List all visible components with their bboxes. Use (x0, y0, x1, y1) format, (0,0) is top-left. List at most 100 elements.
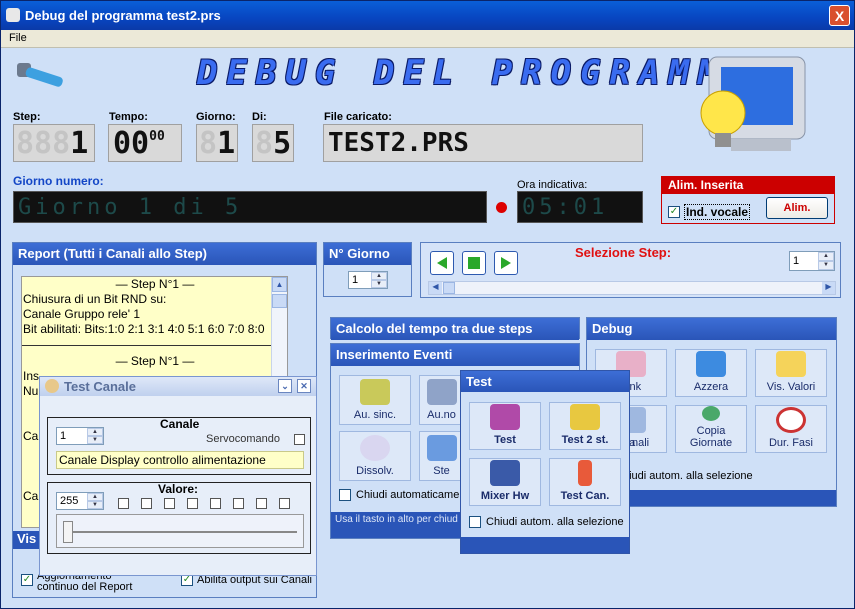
giorno-numero-label: Giorno numero: (13, 174, 104, 188)
trash-icon (696, 351, 726, 377)
canale-spinner[interactable]: 1 ▲ ▼ (56, 427, 104, 445)
bulb-icon (360, 435, 390, 461)
report-line (22, 345, 287, 346)
slider-thumb[interactable] (443, 282, 455, 294)
status-led (496, 202, 507, 213)
ngiorno-header: N° Giorno (324, 243, 411, 265)
test-chiudi-label: Chiudi autom. alla selezione (486, 516, 624, 528)
scroll-thumb[interactable] (272, 294, 287, 308)
inserimento-header: Inserimento Eventi (331, 344, 579, 366)
bit-checkbox[interactable] (210, 498, 221, 509)
tool-dur-fasi[interactable]: Dur. Fasi (755, 405, 827, 453)
test-canale-title: Test Canale (64, 379, 137, 394)
mixer-icon (490, 460, 520, 486)
ngiorno-spinner[interactable]: 1 ▲ ▼ (348, 271, 388, 289)
report-line: — Step N°1 — (115, 354, 195, 368)
arrow-left-icon (437, 257, 447, 269)
clock-icon (776, 407, 806, 433)
collapse-icon[interactable]: ⌄ (278, 379, 292, 393)
canale-description: Canale Display controllo alimentazione (56, 451, 304, 469)
valore-slider[interactable] (56, 514, 304, 548)
report-line: Chiusura di un Bit RND su: (23, 292, 167, 306)
tool-test[interactable]: Test (469, 402, 541, 450)
banner-title: DEBUG DEL PROGRAMMA (197, 53, 757, 93)
slider-left-icon[interactable]: ◀ (429, 282, 442, 294)
tool-copia-giornate[interactable]: Copia Giornate (675, 405, 747, 453)
step-display: 888 1 (13, 124, 95, 162)
alim-header: Alim. Inserita (662, 177, 834, 194)
ind-vocale-label: Ind. vocale (684, 204, 751, 220)
test-chiudi-checkbox[interactable] (469, 516, 481, 528)
gears-icon (426, 379, 457, 405)
computer-bulb-icon (700, 56, 806, 151)
ora-display: 05:01 (517, 191, 643, 223)
servocomando-checkbox[interactable] (294, 434, 305, 445)
tool-test-2-st[interactable]: Test 2 st. (549, 402, 621, 450)
bit-checkbox[interactable] (141, 498, 152, 509)
report-line: Bit abilitati: Bits:1:0 2:1 3:1 4:0 5:1 … (23, 322, 265, 336)
report-line: Canale Gruppo rele' 1 (23, 307, 141, 321)
bit-checkbox[interactable] (118, 498, 129, 509)
canale-group: Canale 1 ▲ ▼ Servocomando Canale Display … (47, 417, 311, 475)
calcolo-header: Calcolo del tempo tra due steps (331, 318, 579, 340)
slider-right-icon[interactable]: ▶ (822, 282, 835, 294)
tool-dissolv[interactable]: Dissolv. (339, 431, 411, 481)
alim-panel: Alim. Inserita ✓ Ind. vocale Alim. (661, 176, 835, 224)
test-canale-titlebar[interactable]: Test Canale ⌄ ✕ (40, 377, 316, 396)
stop-button[interactable] (462, 251, 486, 275)
selezione-label: Selezione Step: (575, 245, 672, 260)
close-icon[interactable]: ✕ (297, 379, 311, 393)
test-header: Test (461, 371, 629, 392)
arrow-right-icon (501, 257, 511, 269)
tool-test-can[interactable]: Test Can. (549, 458, 621, 506)
wrench-icon (490, 404, 520, 430)
tool-mixer-hw[interactable]: Mixer Hw (469, 458, 541, 506)
ind-vocale-checkbox[interactable]: ✓ (668, 206, 680, 218)
scroll-up-icon[interactable]: ▲ (272, 277, 287, 292)
alim-button[interactable]: Alim. (766, 197, 828, 219)
tool-au-no[interactable]: Au.no (419, 375, 464, 425)
inserimento-chiudi-checkbox[interactable] (339, 489, 351, 501)
bit-checkbox[interactable] (256, 498, 267, 509)
bit-checkbox[interactable] (164, 498, 175, 509)
tool-vis-valori[interactable]: Vis. Valori (755, 349, 827, 397)
giorno-numero-display: Giorno 1 di 5 (13, 191, 487, 223)
selezione-spinner[interactable]: 1 ▲ ▼ (789, 251, 835, 271)
slider-thumb[interactable] (63, 521, 73, 543)
ora-label: Ora indicativa: (517, 179, 588, 191)
tool-ste[interactable]: Ste (419, 431, 464, 481)
step-slider[interactable]: ◀ ▶ (428, 281, 836, 295)
prev-step-button[interactable] (430, 251, 454, 275)
app-icon (6, 8, 20, 22)
close-button[interactable]: X (829, 5, 850, 26)
di-label: Di: (252, 111, 267, 123)
main-window: Debug del programma test2.prs X File DEB… (0, 0, 855, 609)
stop-icon (468, 257, 480, 269)
aggiornamento-checkbox[interactable]: ✓ (21, 574, 33, 586)
inserimento-chiudi-label: Chiudi automaticamen (356, 489, 466, 501)
bit-checkbox[interactable] (187, 498, 198, 509)
hammer-icon (17, 63, 63, 87)
tool-au-sinc[interactable]: Au. sinc. (339, 375, 411, 425)
calcolo-panel[interactable]: Calcolo del tempo tra due steps (330, 317, 580, 340)
giorno-label: Giorno: (196, 111, 236, 123)
valore-spinner[interactable]: 255 ▲ ▼ (56, 492, 104, 510)
bit-checkbox[interactable] (233, 498, 244, 509)
menu-bar: File (1, 30, 854, 48)
bit-checkboxes (118, 498, 290, 509)
servocomando-label: Servocomando (206, 433, 280, 445)
bit-checkbox[interactable] (279, 498, 290, 509)
report-line: — Step N°1 — (115, 277, 195, 291)
tool-azzera[interactable]: Azzera (675, 349, 747, 397)
title-bar: Debug del programma test2.prs X (1, 1, 854, 30)
test-footer (461, 537, 629, 553)
step-label: Step: (13, 111, 41, 123)
next-step-button[interactable] (494, 251, 518, 275)
report-header: Report (Tutti i Canali allo Step) (13, 243, 316, 265)
canale-label: Canale (160, 417, 200, 431)
test-panel: Test Test Test 2 st. Mixer Hw Test Can. … (460, 370, 630, 554)
menu-file[interactable]: File (1, 30, 35, 46)
candle-icon (578, 460, 592, 486)
valore-group: Valore: 255 ▲ ▼ (47, 482, 311, 554)
di-display: 85 (252, 124, 294, 162)
